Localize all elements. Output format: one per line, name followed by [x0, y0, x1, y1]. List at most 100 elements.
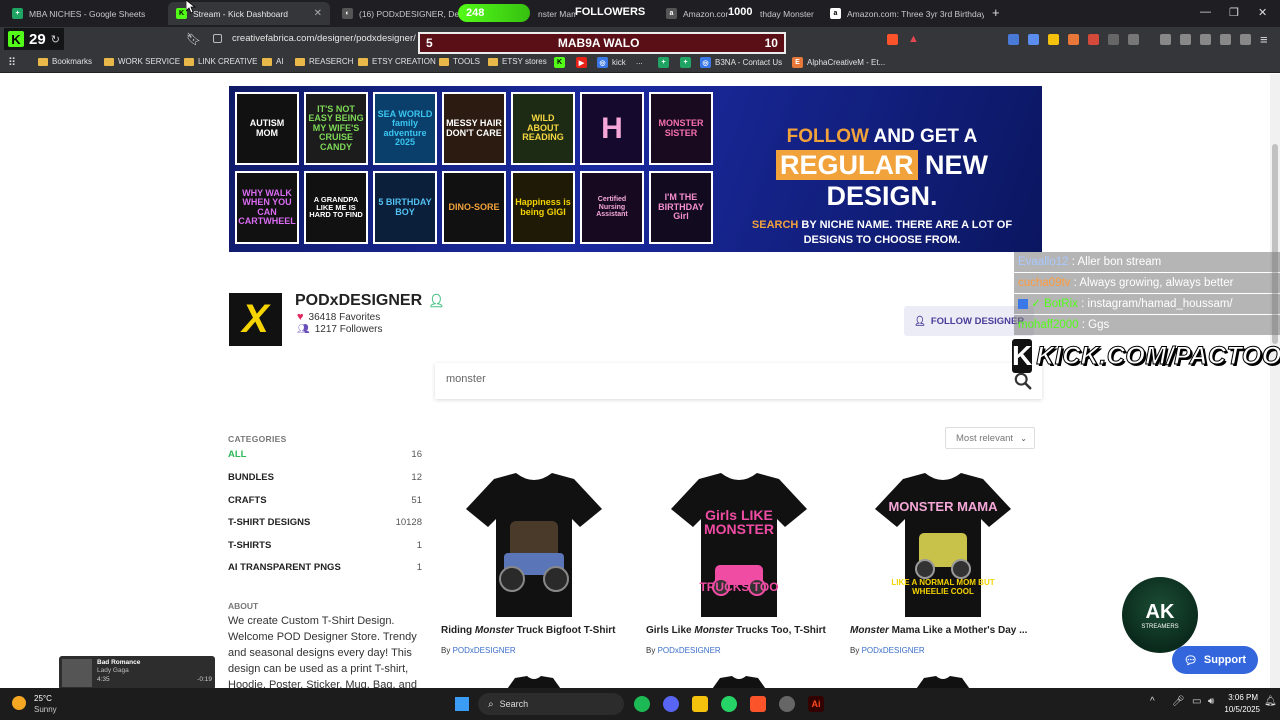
author-link[interactable]: PODxDESIGNER: [453, 646, 516, 655]
product-image[interactable]: MONSTER MAMA LIKE A NORMAL MOM BUT WHEEL…: [844, 470, 1042, 620]
bookmark-folder[interactable]: TOOLS: [439, 57, 480, 66]
product-title[interactable]: Riding Monster Truck Bigfoot T-Shirt: [441, 625, 631, 636]
author-link[interactable]: PODxDESIGNER: [862, 646, 925, 655]
bookmark-folder[interactable]: WORK SERVICE: [104, 57, 180, 66]
category-item-crafts[interactable]: CRAFTS 51: [228, 495, 422, 506]
bookmark-youtube[interactable]: ▶: [576, 57, 587, 68]
tab-podxdesigner[interactable]: ◐ (16) PODxDESIGNER, Designer: [334, 2, 460, 25]
sort-select[interactable]: Most relevant ⌄: [945, 427, 1035, 449]
media-icon[interactable]: [1160, 34, 1171, 45]
apps-grid-icon[interactable]: ⠿: [8, 56, 16, 69]
bookmark-sheets[interactable]: +: [680, 57, 691, 68]
taskbar-search[interactable]: ⌕ Search: [478, 693, 624, 715]
bookmark-link[interactable]: ◎ B3NA - Contact Us: [700, 57, 782, 68]
brave-shield-icon[interactable]: [887, 34, 898, 45]
bookmark-link[interactable]: E AlphaCreativeM - Et...: [792, 57, 885, 68]
promo-regular: REGULAR: [776, 150, 918, 180]
microphone-icon[interactable]: 🎤︎: [1172, 696, 1185, 707]
clock-time: 3:06 PM: [1228, 693, 1258, 702]
brave-icon[interactable]: [750, 696, 766, 712]
promo-follow: FOLLOW: [786, 126, 869, 147]
search-icon[interactable]: [1014, 372, 1032, 390]
designer-avatar[interactable]: X: [229, 293, 282, 346]
bookmark-label: LINK CREATIVE: [198, 57, 258, 66]
folder-icon: [488, 57, 498, 66]
file-explorer-icon[interactable]: [692, 696, 708, 712]
extension-icon[interactable]: [1028, 34, 1039, 45]
windows-start-icon[interactable]: [455, 697, 469, 711]
print-text-bottom: LIKE A NORMAL MOM BUT WHEELIE COOL: [891, 578, 995, 597]
windows-taskbar: 25°C Sunny ⌕ Search Ai ^ 🎤︎ ▭ 🔊︎ 3:06 PM…: [0, 688, 1280, 720]
bookmark-folder[interactable]: AI: [262, 57, 284, 66]
extension-icon[interactable]: [1088, 34, 1099, 45]
volume-icon[interactable]: 🔊︎: [1208, 696, 1214, 707]
bookmark-link[interactable]: +: [658, 57, 669, 68]
tab-birthday-monster[interactable]: thday Monster: [752, 2, 820, 25]
bookmark-kick[interactable]: K: [554, 57, 565, 68]
monitor-icon[interactable]: ▭: [1192, 696, 1201, 707]
tab-amazon-birthday[interactable]: a Amazon.com: Three 3yr 3rd Birthday: [822, 2, 984, 25]
url-field[interactable]: creativefabrica.com/designer/podxdesigne…: [232, 33, 416, 44]
app-icon[interactable]: [779, 696, 795, 712]
category-item-bundles[interactable]: BUNDLES 12: [228, 472, 422, 483]
author-prefix: By: [646, 646, 658, 655]
title-part: Trucks Too, T-Shirt: [733, 625, 826, 636]
tab-google-sheets[interactable]: + MBA NICHES - Google Sheets: [4, 2, 172, 25]
product-card[interactable]: Riding Monster Truck Bigfoot T-Shirt By …: [435, 470, 633, 666]
extension-icon[interactable]: [1108, 34, 1119, 45]
category-item-tshirt-designs[interactable]: T-SHIRT DESIGNS 10128: [228, 517, 422, 528]
bookmark-link[interactable]: ...: [636, 57, 643, 66]
followers-label: FOLLOWERS: [575, 6, 646, 18]
site-info-icon[interactable]: [213, 34, 222, 43]
bookmark-folder[interactable]: ETSY CREATION: [358, 57, 436, 66]
sidebar-icon[interactable]: [1180, 34, 1191, 45]
minimize-icon[interactable]: ―: [1200, 6, 1211, 18]
maximize-icon[interactable]: ❐: [1229, 6, 1239, 19]
product-card[interactable]: MONSTER MAMA LIKE A NORMAL MOM BUT WHEEL…: [844, 470, 1042, 666]
bookmark-folder[interactable]: REASERCH: [295, 57, 353, 66]
extension-icon[interactable]: [1048, 34, 1059, 45]
product-image[interactable]: Girls LIKE MONSTER TRUCKS TOO: [640, 470, 838, 620]
product-title[interactable]: Monster Mama Like a Mother's Day ...: [850, 625, 1040, 636]
category-item-ai-pngs[interactable]: AI TRANSPARENT PNGS 1: [228, 562, 422, 573]
support-button[interactable]: 💬︎ Support: [1172, 646, 1258, 674]
chevron-up-icon[interactable]: ^: [1150, 696, 1155, 707]
extension-icon[interactable]: [1068, 34, 1079, 45]
song-elapsed: 4:35: [97, 675, 110, 683]
wallet-icon[interactable]: [1200, 34, 1211, 45]
bookmark-folder[interactable]: Bookmarks: [38, 57, 92, 66]
notification-bell-icon[interactable]: 🔔︎: [1264, 696, 1277, 707]
author-link[interactable]: PODxDESIGNER: [658, 646, 721, 655]
product-image[interactable]: [435, 470, 633, 620]
close-window-icon[interactable]: ✕: [1258, 6, 1267, 19]
reload-icon[interactable]: ↻: [51, 33, 60, 46]
product-title[interactable]: Girls Like Monster Trucks Too, T-Shirt: [646, 625, 836, 636]
search-input[interactable]: [446, 373, 946, 385]
product-card[interactable]: Girls LIKE MONSTER TRUCKS TOO Girls Like…: [640, 470, 838, 666]
bookmark-folder[interactable]: LINK CREATIVE: [184, 57, 257, 66]
menu-icon[interactable]: ≡: [1260, 32, 1268, 47]
bookmark-link[interactable]: ◎ kick: [597, 57, 626, 68]
whatsapp-icon[interactable]: [721, 696, 737, 712]
ai-icon[interactable]: [1220, 34, 1231, 45]
tab-monster-mama[interactable]: nster Mama: [530, 2, 576, 25]
folder-icon: [184, 57, 194, 66]
tab-title: nster Mama: [538, 8, 576, 19]
close-tab-icon[interactable]: ✕: [314, 8, 322, 19]
page-scrollbar[interactable]: [1270, 74, 1280, 688]
category-item-tshirts[interactable]: T-SHIRTS 1: [228, 540, 422, 551]
spotify-icon[interactable]: [634, 696, 650, 712]
about-heading: ABOUT: [228, 601, 259, 611]
designer-name[interactable]: PODxDESIGNER: [295, 292, 422, 310]
translate-icon[interactable]: [1008, 34, 1019, 45]
puzzle-icon[interactable]: [1128, 34, 1139, 45]
bookmark-folder[interactable]: ETSY stores: [488, 57, 547, 66]
new-tab-button[interactable]: +: [992, 5, 1000, 20]
vpn-icon[interactable]: [1240, 34, 1251, 45]
category-item-all[interactable]: ALL 16: [228, 449, 422, 460]
illustrator-icon[interactable]: Ai: [808, 696, 824, 712]
tab-amazon[interactable]: a Amazon.com: [658, 2, 728, 25]
brave-rewards-icon[interactable]: ▲: [908, 33, 919, 45]
discord-icon[interactable]: [663, 696, 679, 712]
bookmark-icon[interactable]: 🔖︎: [186, 32, 201, 46]
